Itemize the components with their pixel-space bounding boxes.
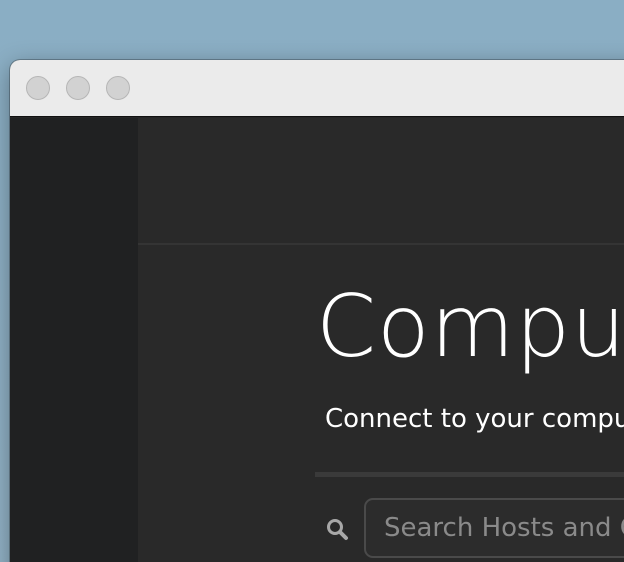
maximize-window-button[interactable] — [106, 76, 130, 100]
sidebar — [10, 118, 138, 562]
divider — [315, 472, 624, 477]
page-title: Compu — [316, 277, 624, 377]
title-bar[interactable] — [10, 60, 624, 117]
search-icon — [327, 519, 348, 540]
page-subtitle: Connect to your compu — [325, 404, 624, 434]
main-content: Compu Connect to your compu — [138, 118, 624, 562]
app-window: Compu Connect to your compu — [10, 60, 624, 562]
top-toolbar — [138, 118, 624, 245]
search-input[interactable] — [366, 500, 624, 556]
close-window-button[interactable] — [26, 76, 50, 100]
search-field[interactable] — [364, 498, 624, 558]
minimize-window-button[interactable] — [66, 76, 90, 100]
